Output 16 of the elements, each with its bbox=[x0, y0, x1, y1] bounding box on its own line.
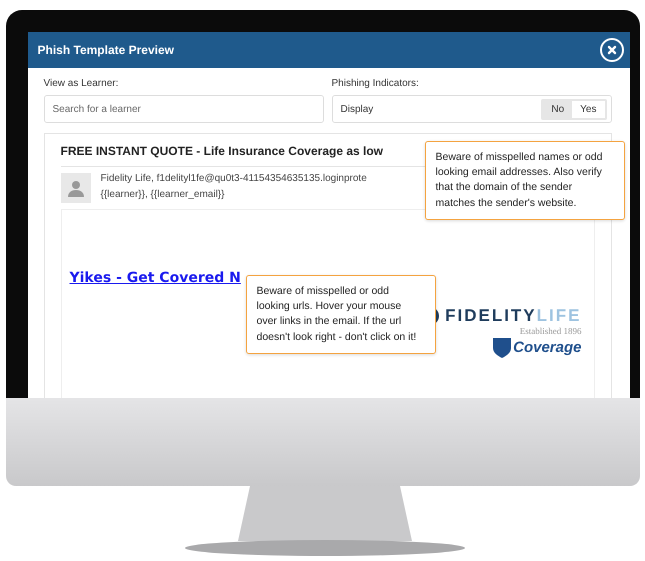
brand-logo: FIDELITYLIFE bbox=[445, 306, 582, 326]
field-label: View as Learner: bbox=[44, 78, 120, 89]
email-sender: Fidelity Life, f1delityl1fe@qu0t3-41154354635135.loginprote bbox=[100, 173, 367, 184]
search-field[interactable]: Search for a learner bbox=[44, 95, 324, 123]
modal-title: Phish Template Preview bbox=[38, 43, 174, 57]
field-label: Phishing Indicators: bbox=[332, 78, 420, 89]
indicator-tooltip: Beware of misspelled names or odd looking email addresses. Also verify that the domain of the sender matches the sender's website. bbox=[424, 141, 624, 220]
partner-logo: Coverage bbox=[513, 338, 582, 356]
shield-icon bbox=[492, 336, 512, 358]
toggle-option[interactable]: Yes bbox=[572, 100, 604, 118]
email-recipient: {{learner}}, {{learner_email}} bbox=[100, 189, 226, 200]
toggle-option[interactable]: No bbox=[543, 100, 572, 118]
logo-tagline: Established 1896 bbox=[520, 326, 582, 336]
avatar-icon bbox=[60, 173, 90, 203]
display-label: Display bbox=[340, 104, 374, 114]
close-button[interactable] bbox=[600, 38, 624, 62]
